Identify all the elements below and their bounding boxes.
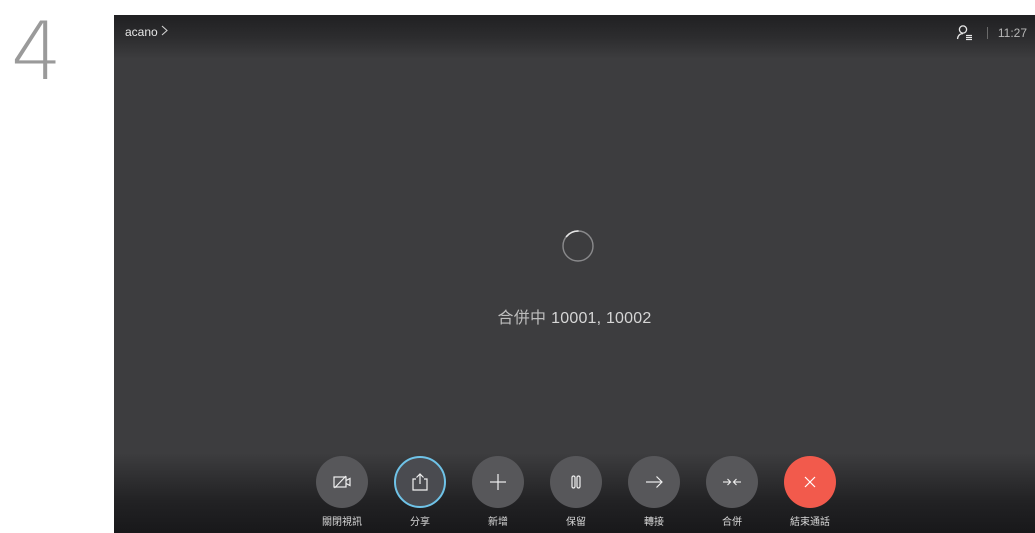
page: 4 acano 11:27 合併中 10001, 10002 關閉視訊 分享 新…	[0, 0, 1035, 533]
merge-button[interactable]: 合併	[706, 456, 758, 528]
share-button-circle[interactable]	[394, 456, 446, 508]
add-button[interactable]: 新增	[472, 456, 524, 528]
call-controls: 關閉視訊 分享 新增 保留 轉接 合併 結束通話	[316, 456, 836, 528]
status-divider	[986, 27, 988, 39]
chevron-right-icon	[161, 25, 168, 39]
top-bar	[114, 15, 1035, 59]
add-button-circle[interactable]	[472, 456, 524, 508]
loading-spinner-icon	[560, 228, 596, 264]
video-off-icon	[333, 475, 351, 489]
hold-button-circle[interactable]	[550, 456, 602, 508]
call-name-link[interactable]: acano	[125, 25, 168, 39]
call-name-text: acano	[125, 25, 158, 39]
clock: 11:27	[997, 26, 1027, 40]
step-number: 4	[11, 5, 62, 98]
hold-button[interactable]: 保留	[550, 456, 602, 528]
share-button[interactable]: 分享	[394, 456, 446, 528]
plus-icon	[490, 474, 506, 490]
status-area: 11:27	[955, 23, 1027, 43]
share-icon	[412, 473, 428, 491]
transfer-arrow-icon	[646, 476, 663, 488]
merge-status: 合併中 10001, 10002	[114, 304, 1035, 328]
merge-status-numbers: 10001, 10002	[551, 310, 652, 327]
merge-icon	[723, 478, 741, 486]
video-off-label: 關閉視訊	[322, 517, 362, 528]
close-icon	[804, 476, 816, 488]
transfer-button-circle[interactable]	[628, 456, 680, 508]
merge-button-circle[interactable]	[706, 456, 758, 508]
share-label: 分享	[410, 517, 430, 528]
merge-label: 合併	[722, 517, 742, 528]
hold-label: 保留	[566, 517, 586, 528]
video-off-button-circle[interactable]	[316, 456, 368, 508]
merge-status-prefix: 合併中	[497, 310, 547, 327]
transfer-label: 轉接	[644, 517, 664, 528]
end-call-label: 結束通話	[790, 517, 830, 528]
video-off-button[interactable]: 關閉視訊	[316, 456, 368, 528]
transfer-button[interactable]: 轉接	[628, 456, 680, 528]
end-call-button-circle[interactable]	[784, 456, 836, 508]
hold-icon	[571, 475, 581, 489]
call-screen: acano 11:27 合併中 10001, 10002 關閉視訊 分享 新增 …	[114, 15, 1035, 533]
end-call-button[interactable]: 結束通話	[784, 456, 836, 528]
add-label: 新增	[488, 517, 508, 528]
participants-icon[interactable]	[955, 23, 975, 43]
